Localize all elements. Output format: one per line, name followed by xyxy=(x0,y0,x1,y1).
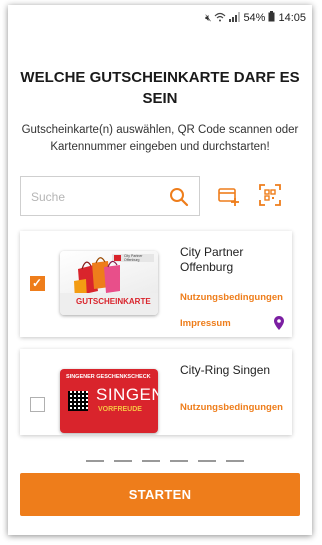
card-checkbox[interactable]: ✓ xyxy=(30,276,45,291)
list-item-card-singen[interactable]: SINGENER GESCHENKSCHECK SINGEN VORFREUDE… xyxy=(20,349,292,435)
search-icon[interactable] xyxy=(169,187,189,207)
clock: 14:05 xyxy=(278,12,306,24)
status-bar: 🔇︎ 54% 14:05 xyxy=(8,5,312,31)
qr-code xyxy=(68,391,88,411)
card-image-brand: City Partner Offenburg xyxy=(124,254,143,262)
dash xyxy=(226,460,244,462)
app-screen: 🔇︎ 54% 14:05 WELCHE GUTSCHEINKARTE DARF … xyxy=(8,5,312,535)
dash xyxy=(170,460,188,462)
dash xyxy=(142,460,160,462)
card-image: City Partner Offenburg GUTSCHEINKARTE xyxy=(60,251,158,315)
signal-icon xyxy=(229,11,241,25)
add-card-icon[interactable] xyxy=(218,185,240,207)
search-field[interactable] xyxy=(20,176,200,216)
card-image-header: SINGENER GESCHENKSCHECK xyxy=(66,374,151,380)
page-subtitle: Gutscheinkarte(n) auswählen, QR Code sca… xyxy=(21,124,299,153)
start-button[interactable]: STARTEN xyxy=(20,473,300,516)
terms-link[interactable]: Nutzungsbedingungen xyxy=(180,402,283,413)
card-image: SINGENER GESCHENKSCHECK SINGEN VORFREUDE xyxy=(60,369,158,433)
pagination-dashes xyxy=(86,460,244,462)
card-image-sub: VORFREUDE xyxy=(98,406,142,413)
check-icon: ✓ xyxy=(32,276,43,290)
location-pin-icon[interactable] xyxy=(274,316,284,330)
search-input[interactable] xyxy=(29,186,163,208)
mute-icon: 🔇︎ xyxy=(205,12,212,24)
battery-icon xyxy=(268,11,275,25)
wifi-icon xyxy=(214,12,226,25)
terms-link[interactable]: Nutzungsbedingungen xyxy=(180,292,283,303)
card-name: City Partner Offenburg xyxy=(180,245,244,274)
battery-percent: 54% xyxy=(243,12,266,24)
list-item-card-offenburg[interactable]: ✓ City Partner Offenburg GUTSCHEINKARTE … xyxy=(20,231,292,337)
card-name: City-Ring Singen xyxy=(180,363,271,377)
dash xyxy=(86,460,104,462)
dash xyxy=(198,460,216,462)
card-image-main: SINGEN xyxy=(96,385,158,404)
page-title: WELCHE GUTSCHEINKARTE DARF ES SEIN xyxy=(20,69,300,107)
card-image-label: GUTSCHEINKARTE xyxy=(76,297,151,306)
qr-scan-icon[interactable] xyxy=(258,183,282,207)
dash xyxy=(114,460,132,462)
imprint-link[interactable]: Impressum xyxy=(180,318,231,329)
card-checkbox[interactable] xyxy=(30,397,45,412)
